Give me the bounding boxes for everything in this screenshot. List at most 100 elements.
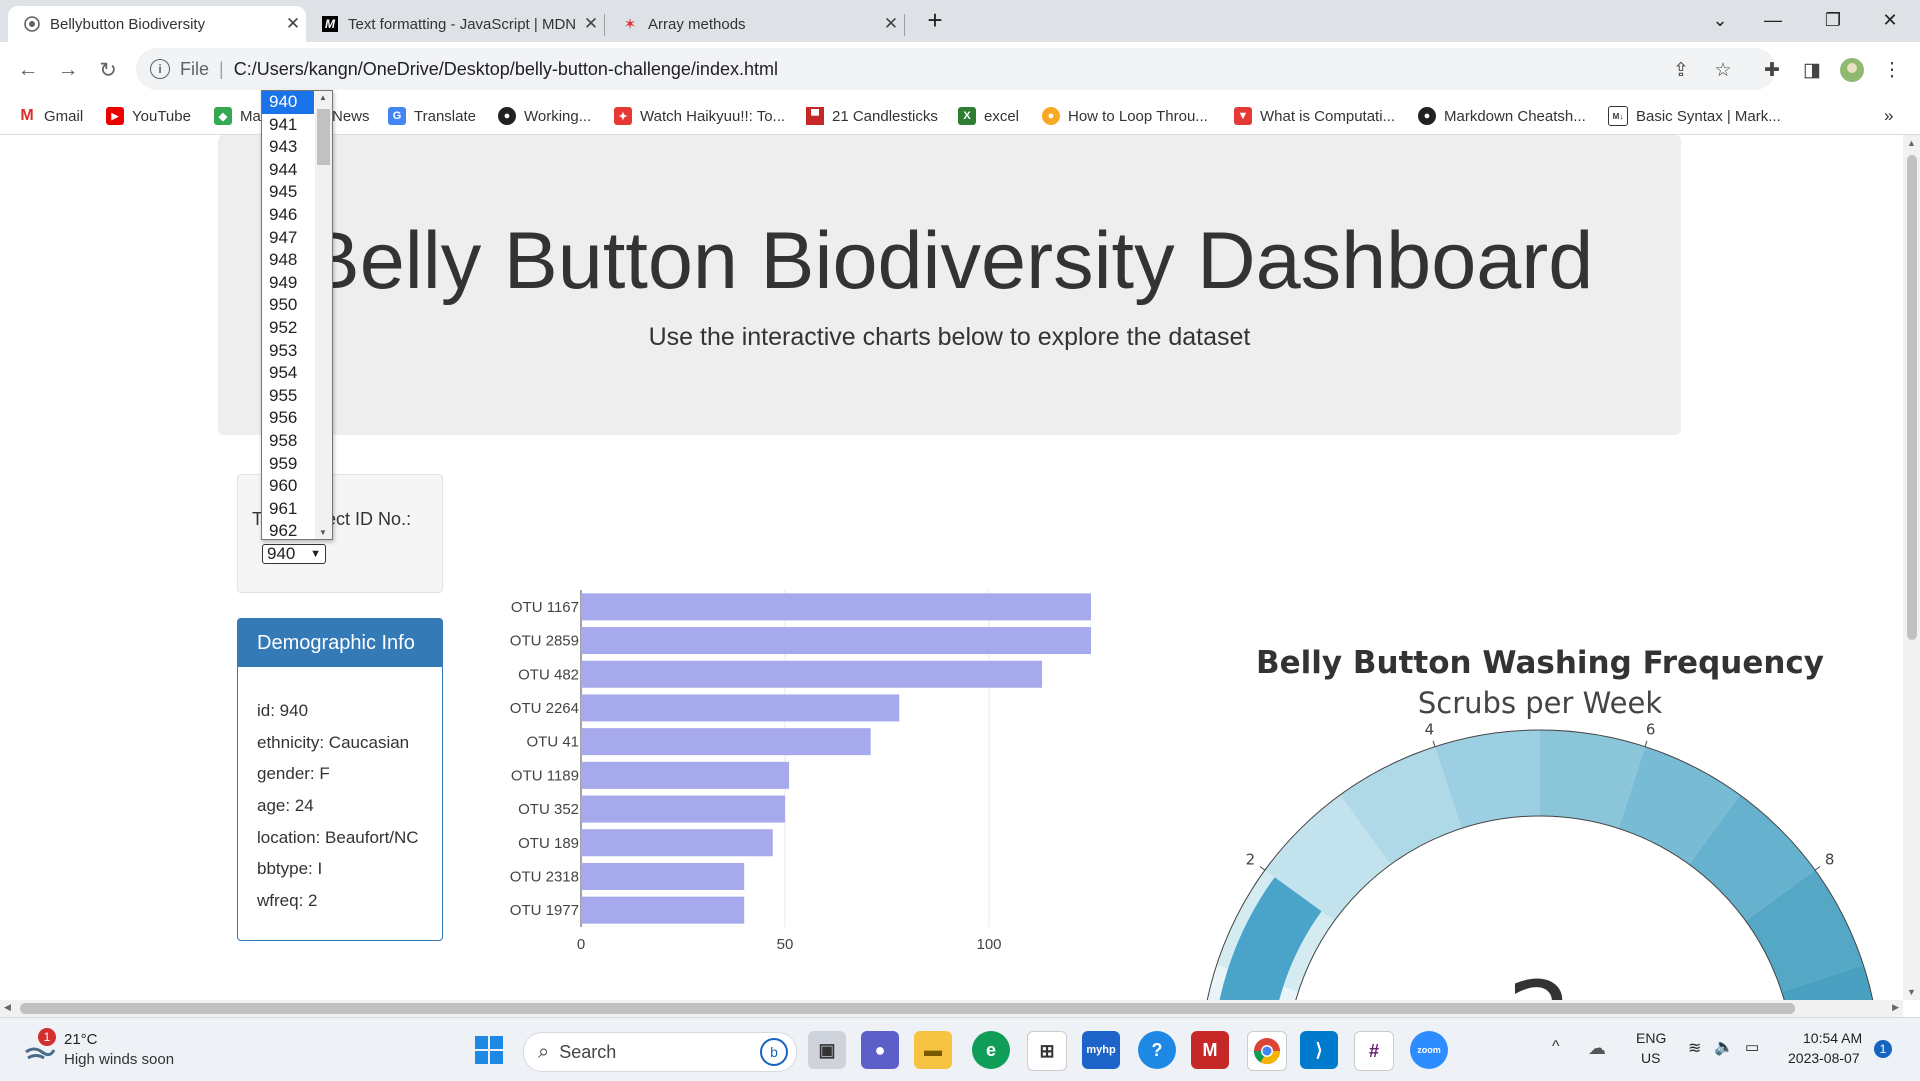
dropdown-option[interactable]: 958: [262, 430, 314, 453]
bookmark-working[interactable]: ● Working...: [498, 105, 591, 127]
bookmark-maps[interactable]: ◆ Ma: [214, 105, 261, 127]
bookmark-markdown-cheatsheet[interactable]: ● Markdown Cheatsh...: [1418, 105, 1586, 127]
edge-icon[interactable]: e: [972, 1031, 1010, 1069]
clock-date[interactable]: 2023-08-07: [1788, 1050, 1860, 1066]
dropdown-option[interactable]: 956: [262, 407, 314, 430]
dropdown-option[interactable]: 953: [262, 340, 314, 363]
otu-bar[interactable]: [581, 660, 1043, 688]
clock-time[interactable]: 10:54 AM: [1803, 1030, 1862, 1046]
bookmark-computation[interactable]: ▼ What is Computati...: [1234, 105, 1395, 127]
dropdown-option[interactable]: 960: [262, 475, 314, 498]
dropdown-option[interactable]: 941: [262, 114, 314, 137]
address-bar[interactable]: i File | C:/Users/kangn/OneDrive/Desktop…: [136, 48, 1776, 90]
teams-chat-icon[interactable]: ●: [861, 1031, 899, 1069]
onedrive-cloud-icon[interactable]: ☁: [1588, 1038, 1606, 1059]
close-tab-icon[interactable]: ✕: [878, 14, 904, 34]
windows-start-icon[interactable]: [470, 1031, 508, 1069]
dropdown-option[interactable]: 945: [262, 181, 314, 204]
close-tab-icon[interactable]: ✕: [578, 14, 604, 34]
vertical-scroll-thumb[interactable]: [1907, 155, 1917, 640]
back-arrow-icon[interactable]: ←: [14, 56, 42, 84]
dropdown-option[interactable]: 948: [262, 249, 314, 272]
otu-bar[interactable]: [581, 627, 1091, 655]
dropdown-option[interactable]: 949: [262, 272, 314, 295]
tab-mdn[interactable]: M Text formatting - JavaScript | MDN ✕: [306, 6, 604, 42]
bookmark-gmail[interactable]: M Gmail: [18, 105, 83, 127]
help-icon[interactable]: ?: [1138, 1031, 1176, 1069]
bookmark-loop[interactable]: ● How to Loop Throu...: [1042, 105, 1208, 127]
bookmark-excel[interactable]: Xexcel: [958, 105, 1019, 127]
new-tab-button[interactable]: +: [910, 0, 960, 40]
info-icon[interactable]: i: [150, 59, 170, 79]
side-panel-icon[interactable]: ◨: [1798, 56, 1826, 84]
close-tab-icon[interactable]: ✕: [280, 14, 306, 34]
page-horizontal-scrollbar[interactable]: ◀ ▶: [0, 1000, 1903, 1017]
vscode-icon[interactable]: ⟩: [1300, 1031, 1338, 1069]
slack-icon[interactable]: #: [1354, 1031, 1394, 1071]
tab-search-chevron-icon[interactable]: ⌄: [1695, 0, 1745, 40]
subject-id-dropdown-list[interactable]: 940 941 943 944 945 946 947 948 949 950 952 953 954 9…: [261, 90, 333, 540]
dropdown-option[interactable]: 946: [262, 204, 314, 227]
bookmarks-overflow-icon[interactable]: »: [1884, 105, 1893, 127]
otu-bar[interactable]: [581, 761, 790, 789]
mcafee-icon[interactable]: M: [1191, 1031, 1229, 1069]
dropdown-option[interactable]: 955: [262, 385, 314, 408]
tray-chevron-up-icon[interactable]: ^: [1552, 1038, 1560, 1056]
dropdown-option[interactable]: 962: [262, 520, 314, 539]
page-vertical-scrollbar[interactable]: ▲ ▼: [1903, 135, 1920, 1000]
language-bottom[interactable]: US: [1641, 1050, 1660, 1066]
weather-text[interactable]: High winds soon: [64, 1051, 174, 1068]
file-explorer-icon[interactable]: ▬: [914, 1031, 952, 1069]
dropdown-option[interactable]: 954: [262, 362, 314, 385]
close-window-button[interactable]: ✕: [1865, 0, 1915, 40]
taskbar-search-input[interactable]: ⌕ Search b: [523, 1032, 797, 1072]
dropdown-option[interactable]: 947: [262, 227, 314, 250]
otu-bar[interactable]: [581, 829, 773, 857]
bing-icon[interactable]: b: [760, 1038, 788, 1066]
otu-bar[interactable]: [581, 862, 745, 890]
wifi-icon[interactable]: ≋: [1688, 1038, 1701, 1058]
dropdown-option[interactable]: 950: [262, 294, 314, 317]
menu-kebab-icon[interactable]: ⋮: [1878, 56, 1906, 84]
url-text[interactable]: C:/Users/kangn/OneDrive/Desktop/belly-bu…: [234, 59, 778, 80]
dropdown-option[interactable]: 959: [262, 453, 314, 476]
bookmark-youtube[interactable]: ▶ YouTube: [106, 105, 191, 127]
bookmark-translate[interactable]: G Translate: [388, 105, 476, 127]
bookmark-basic-syntax[interactable]: M↓ Basic Syntax | Mark...: [1608, 105, 1781, 127]
scroll-down-icon[interactable]: ▼: [319, 528, 327, 537]
scroll-left-icon[interactable]: ◀: [4, 1002, 11, 1013]
extensions-puzzle-icon[interactable]: ✚: [1758, 56, 1786, 84]
chrome-icon[interactable]: [1247, 1031, 1287, 1071]
forward-arrow-icon[interactable]: →: [54, 56, 82, 84]
share-icon[interactable]: ⇪: [1667, 56, 1695, 84]
bookmark-star-icon[interactable]: ☆: [1709, 56, 1737, 84]
subject-id-select[interactable]: 940 ▼: [262, 544, 326, 564]
bookmark-haikyuu[interactable]: ✦ Watch Haikyuu!!: To...: [614, 105, 785, 127]
dropdown-option[interactable]: 943: [262, 136, 314, 159]
dropdown-option[interactable]: 940: [262, 91, 314, 114]
otu-bar[interactable]: [581, 728, 871, 756]
minimize-button[interactable]: —: [1748, 0, 1798, 40]
otu-bar[interactable]: [581, 593, 1091, 621]
scroll-right-icon[interactable]: ▶: [1892, 1002, 1899, 1013]
otu-bar[interactable]: [581, 694, 900, 722]
dropdown-scroll-thumb[interactable]: [317, 109, 330, 165]
scroll-down-icon[interactable]: ▼: [1907, 987, 1916, 997]
notification-badge[interactable]: 1: [1874, 1040, 1892, 1058]
tab-array-methods[interactable]: ✶ Array methods ✕: [606, 6, 904, 42]
scroll-up-icon[interactable]: ▲: [319, 93, 327, 102]
horizontal-scroll-thumb[interactable]: [20, 1003, 1795, 1014]
reload-icon[interactable]: ↻: [94, 56, 122, 84]
battery-icon[interactable]: ▭: [1745, 1038, 1759, 1056]
task-view-icon[interactable]: ▣: [808, 1031, 846, 1069]
otu-bar[interactable]: [581, 896, 745, 924]
language-top[interactable]: ENG: [1636, 1030, 1666, 1046]
store-icon[interactable]: ⊞: [1027, 1031, 1067, 1071]
myhp-icon[interactable]: myhp: [1082, 1031, 1120, 1069]
dropdown-option[interactable]: 961: [262, 498, 314, 521]
scroll-up-icon[interactable]: ▲: [1907, 138, 1916, 148]
volume-icon[interactable]: 🔈: [1714, 1037, 1734, 1057]
dropdown-scrollbar[interactable]: ▲ ▼: [315, 91, 332, 539]
weather-temp[interactable]: 21°C: [64, 1031, 98, 1048]
otu-bar[interactable]: [581, 795, 785, 823]
